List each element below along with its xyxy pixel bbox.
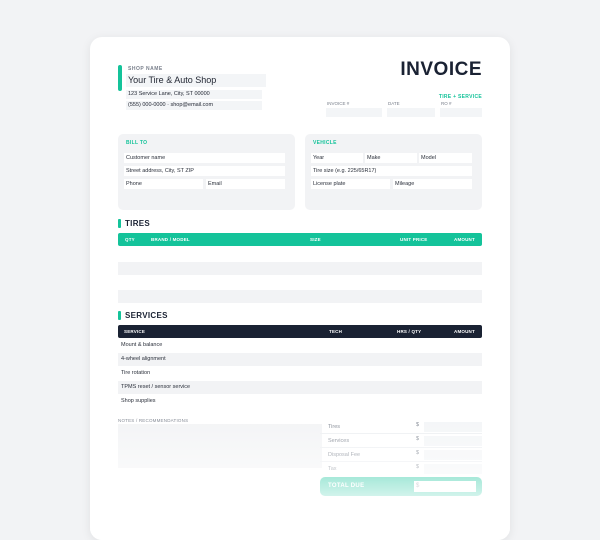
shop-name-label: SHOP NAME [128, 66, 163, 72]
services-table-row[interactable]: Tire rotation [118, 367, 482, 380]
year-field[interactable]: Year [311, 153, 363, 163]
tires-table-row[interactable] [118, 248, 482, 261]
tires-table-row[interactable] [118, 290, 482, 303]
service-name: TPMS reset / sensor service [121, 384, 191, 390]
ro-number-field[interactable] [440, 108, 482, 117]
tires-table-row[interactable] [118, 262, 482, 275]
tires-section-bar [118, 219, 121, 228]
tire-size-field[interactable]: Tire size (e.g. 225/65R17) [311, 166, 472, 176]
date-field[interactable] [387, 108, 435, 117]
services-table-row[interactable]: 4-wheel alignment [118, 353, 482, 366]
invoice-page: SHOP NAME Your Tire & Auto Shop 123 Serv… [90, 37, 510, 540]
street-address-field[interactable]: Street address, City, ST ZIP [124, 166, 285, 176]
services-amount-header: AMOUNT [454, 329, 475, 334]
tax-field[interactable] [424, 464, 482, 474]
tires-amount-header: AMOUNT [454, 237, 475, 242]
ro-number-label: RO # [441, 101, 452, 106]
services-table-row[interactable]: Mount & balance [118, 339, 482, 352]
tires-total-field[interactable] [424, 422, 482, 432]
tires-total-label: Tires [328, 424, 341, 430]
tires-table-header: QTY BRAND / MODEL SIZE UNIT PRICE AMOUNT [118, 233, 482, 246]
shop-accent-bar [118, 65, 122, 91]
disposal-fee-label: Disposal Fee [328, 452, 361, 458]
services-section-bar [118, 311, 121, 320]
service-name: Shop supplies [121, 398, 156, 404]
tires-qty-header: QTY [125, 237, 135, 242]
tires-size-header: SIZE [310, 237, 321, 242]
tax-label: Tax [328, 466, 337, 472]
tires-section-title: TIRES [125, 219, 151, 228]
services-section-title: SERVICES [125, 311, 168, 320]
services-total-label: Services [328, 438, 350, 444]
services-service-header: SERVICE [124, 329, 146, 334]
totals-divider [320, 461, 482, 462]
services-total-field[interactable] [424, 436, 482, 446]
shop-contact-field[interactable]: (555) 000-0000 · shop@email.com [126, 101, 262, 110]
services-table-row[interactable]: Shop supplies [118, 395, 482, 408]
screenshot-frame: SHOP NAME Your Tire & Auto Shop 123 Serv… [0, 0, 600, 540]
total-due-bar: TOTAL DUE $ [320, 477, 482, 496]
services-table-row[interactable]: TPMS reset / sensor service [118, 381, 482, 394]
customer-name-field[interactable]: Customer name [124, 153, 285, 163]
service-name: Tire rotation [121, 370, 151, 376]
bill-to-title: BILL TO [126, 140, 148, 146]
shop-address-field[interactable]: 123 Service Lane, City, ST 00000 [126, 90, 262, 99]
invoice-subtitle: TIRE + SERVICE [438, 94, 482, 100]
disposal-fee-field[interactable] [424, 450, 482, 460]
services-table-header: SERVICE TECH HRS / QTY AMOUNT [118, 325, 482, 338]
date-label: DATE [388, 101, 400, 106]
mileage-field[interactable]: Mileage [393, 179, 472, 189]
notes-field[interactable] [118, 424, 322, 468]
phone-field[interactable]: Phone [124, 179, 203, 189]
totals-divider [320, 433, 482, 434]
shop-name-field[interactable]: Your Tire & Auto Shop [126, 74, 266, 87]
services-total-currency: $ [416, 436, 420, 442]
totals-divider [320, 447, 482, 448]
invoice-number-label: INVOICE # [327, 101, 350, 106]
model-field[interactable]: Model [419, 153, 472, 163]
vehicle-title: VEHICLE [313, 140, 337, 146]
tax-currency: $ [416, 464, 420, 470]
tires-brand-header: BRAND / MODEL [151, 237, 190, 242]
tires-table-row[interactable] [118, 276, 482, 289]
invoice-title: INVOICE [400, 59, 482, 80]
services-tech-header: TECH [329, 329, 343, 334]
email-field[interactable]: Email [206, 179, 285, 189]
bill-to-card: BILL TO Customer name Street address, Ci… [118, 134, 295, 210]
invoice-number-field[interactable] [326, 108, 382, 117]
disposal-fee-currency: $ [416, 450, 420, 456]
services-hrs-qty-header: HRS / QTY [397, 329, 422, 334]
service-name: Mount & balance [121, 342, 163, 348]
tires-total-currency: $ [416, 422, 420, 428]
service-name: 4-wheel alignment [121, 356, 166, 362]
vehicle-card: VEHICLE Year Make Model Tire size (e.g. … [305, 134, 482, 210]
notes-label: NOTES / RECOMMENDATIONS [118, 418, 189, 423]
total-due-field[interactable]: $ [414, 481, 476, 492]
make-field[interactable]: Make [365, 153, 417, 163]
tires-unit-price-header: UNIT PRICE [400, 237, 428, 242]
license-plate-field[interactable]: License plate [311, 179, 390, 189]
total-due-label: TOTAL DUE [328, 483, 365, 489]
